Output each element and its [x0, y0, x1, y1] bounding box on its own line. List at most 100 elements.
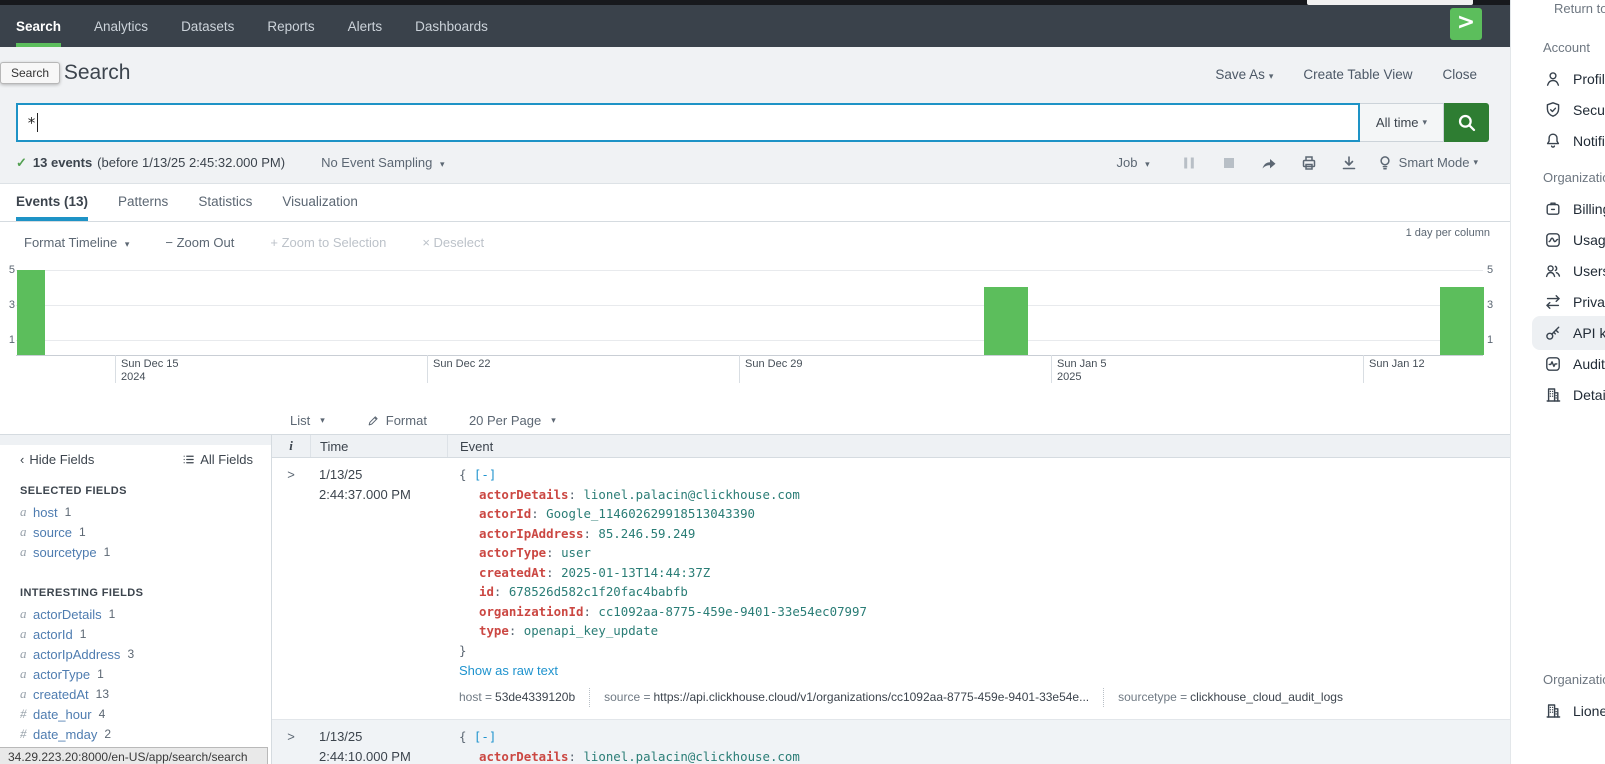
field-count: 3 [127, 647, 134, 661]
meta-field-host[interactable]: host =53de4339120b [459, 688, 589, 708]
per-page-menu[interactable]: 20 Per Page ▾ [469, 413, 556, 428]
building-icon [1544, 386, 1562, 404]
bulb-icon [1376, 154, 1394, 172]
sidebar-item-private-endpoints[interactable]: Private endpoints [1544, 292, 1605, 312]
search-button[interactable] [1444, 103, 1489, 142]
nav-item-reports[interactable]: Reports [267, 5, 314, 47]
field-item-date_mday[interactable]: #date_mday2 [20, 724, 271, 744]
timeline-bar[interactable] [17, 270, 45, 355]
tab-events-13-[interactable]: Events (13) [16, 194, 88, 221]
sidebar-item-details[interactable]: Details [1544, 385, 1605, 405]
nav-item-datasets[interactable]: Datasets [181, 5, 234, 47]
events-timeline-chart: 553311Sun Dec 15 2024Sun Dec 22Sun Dec 2… [0, 262, 1510, 396]
field-name: date_mday [33, 727, 97, 742]
json-close-line: } [459, 641, 1510, 661]
sidebar-item-label: API keys [1573, 325, 1605, 341]
event-date: 1/13/25 [319, 465, 447, 485]
shield-check-icon [1544, 101, 1562, 119]
x-axis-label: Sun Dec 29 [745, 358, 802, 371]
field-item-actorId[interactable]: aactorId1 [20, 624, 271, 644]
json-value: user [561, 545, 591, 560]
activity-icon [1544, 355, 1562, 373]
time-range-label: All time [1376, 115, 1419, 130]
nav-item-dashboards[interactable]: Dashboards [415, 5, 488, 47]
tab-patterns[interactable]: Patterns [118, 194, 168, 221]
sidebar-item-usage[interactable]: Usage [1544, 230, 1605, 250]
collapse-json-link[interactable]: [-] [474, 467, 496, 482]
meta-field-source[interactable]: source =https://api.clickhouse.cloud/v1/… [589, 688, 1103, 708]
search-mode-menu[interactable]: Smart Mode ▾ [1376, 154, 1478, 172]
smart-mode-label: Smart Mode [1399, 155, 1470, 170]
field-item-date_hour[interactable]: #date_hour4 [20, 704, 271, 724]
save-as-button[interactable]: Save As▾ [1215, 67, 1273, 82]
sidebar-item-api-keys[interactable]: API keys [1544, 323, 1605, 343]
pause-icon[interactable] [1180, 154, 1198, 172]
job-menu[interactable]: Job ▾ [1117, 155, 1150, 170]
sidebar-spacer [1511, 416, 1605, 672]
timeline-bar[interactable] [1440, 287, 1484, 355]
tab-statistics[interactable]: Statistics [198, 194, 252, 221]
deselect-button[interactable]: × Deselect [422, 235, 484, 250]
field-item-source[interactable]: asource1 [20, 522, 271, 542]
field-item-sourcetype[interactable]: asourcetype1 [20, 542, 271, 562]
close-button[interactable]: Close [1442, 67, 1477, 82]
zoom-out-button[interactable]: − Zoom Out [165, 235, 234, 250]
sidebar-item-label: Notifications [1573, 133, 1605, 149]
json-key: actorId [479, 506, 531, 521]
field-name: actorId [33, 627, 73, 642]
sidebar-item-users[interactable]: Users [1544, 261, 1605, 281]
return-to-link[interactable]: Return to [1554, 1, 1605, 16]
sidebar-item-profile[interactable]: Profile [1544, 69, 1605, 89]
list-view-menu[interactable]: List ▾ [290, 413, 325, 428]
time-range-picker[interactable]: All time ▾ [1360, 103, 1444, 142]
y-axis-label-right: 1 [1487, 334, 1493, 346]
zoom-to-selection-button[interactable]: + Zoom to Selection [270, 235, 386, 250]
json-field-line: id: 678526d582c1f20fac4babfb [459, 582, 1510, 602]
sidebar-item-notifications[interactable]: Notifications [1544, 131, 1605, 151]
meta-field-sourcetype[interactable]: sourcetype =clickhouse_cloud_audit_logs [1103, 688, 1357, 708]
field-item-host[interactable]: ahost1 [20, 502, 271, 522]
sidebar-item-label: Audit [1573, 356, 1605, 372]
format-menu[interactable]: Format [367, 413, 427, 428]
json-colon: : [569, 749, 584, 764]
nav-item-analytics[interactable]: Analytics [94, 5, 148, 47]
sidebar-item-lionel[interactable]: Lionel [1544, 701, 1605, 721]
field-item-actorType[interactable]: aactorType1 [20, 664, 271, 684]
event-meta: host =53de4339120bsource =https://api.cl… [459, 688, 1510, 708]
job-controls: Job ▾ [1117, 154, 1478, 172]
sidebar-item-security[interactable]: Security [1544, 100, 1605, 120]
format-timeline-menu[interactable]: Format Timeline ▾ [24, 235, 129, 250]
expand-event-icon[interactable]: > [272, 465, 310, 719]
field-item-actorIpAddress[interactable]: aactorIpAddress3 [20, 644, 271, 664]
export-icon[interactable] [1340, 154, 1358, 172]
json-key: actorType [479, 545, 546, 560]
splunk-logo[interactable]: > [1450, 8, 1482, 40]
field-type-icon: a [20, 544, 33, 560]
nav-item-alerts[interactable]: Alerts [348, 5, 383, 47]
field-item-createdAt[interactable]: acreatedAt13 [20, 684, 271, 704]
collapse-json-link[interactable]: [-] [474, 729, 496, 744]
share-icon[interactable] [1260, 154, 1278, 172]
sidebar-item-audit[interactable]: Audit [1544, 354, 1605, 374]
stop-icon[interactable] [1220, 154, 1238, 172]
users-icon [1544, 262, 1562, 280]
title-row: New Search Search Save As▾Create Table V… [0, 47, 1510, 103]
hide-fields-button[interactable]: ‹ Hide Fields [20, 452, 94, 467]
text-cursor [37, 113, 38, 132]
event-sampling-menu[interactable]: No Event Sampling ▾ [321, 155, 444, 170]
fields-sidebar-header: ‹ Hide Fields All Fields [0, 445, 271, 472]
expand-event-icon[interactable]: > [272, 727, 310, 764]
all-fields-button[interactable]: All Fields [182, 452, 253, 467]
events-table: i Time Event >1/13/252:44:37.000 PM{ [-]… [272, 435, 1510, 764]
print-icon[interactable] [1300, 154, 1318, 172]
create-table-view-button[interactable]: Create Table View [1303, 67, 1412, 82]
bell-icon [1544, 132, 1562, 150]
field-item-actorDetails[interactable]: aactorDetails1 [20, 604, 271, 624]
tab-visualization[interactable]: Visualization [282, 194, 358, 221]
show-raw-text-link[interactable]: Show as raw text [459, 661, 1510, 681]
list-view-label: List [290, 413, 310, 428]
nav-item-search[interactable]: Search [16, 5, 61, 47]
sidebar-item-billing[interactable]: Billing [1544, 199, 1605, 219]
timeline-bar[interactable] [984, 287, 1028, 355]
search-input[interactable]: * [16, 103, 1360, 142]
